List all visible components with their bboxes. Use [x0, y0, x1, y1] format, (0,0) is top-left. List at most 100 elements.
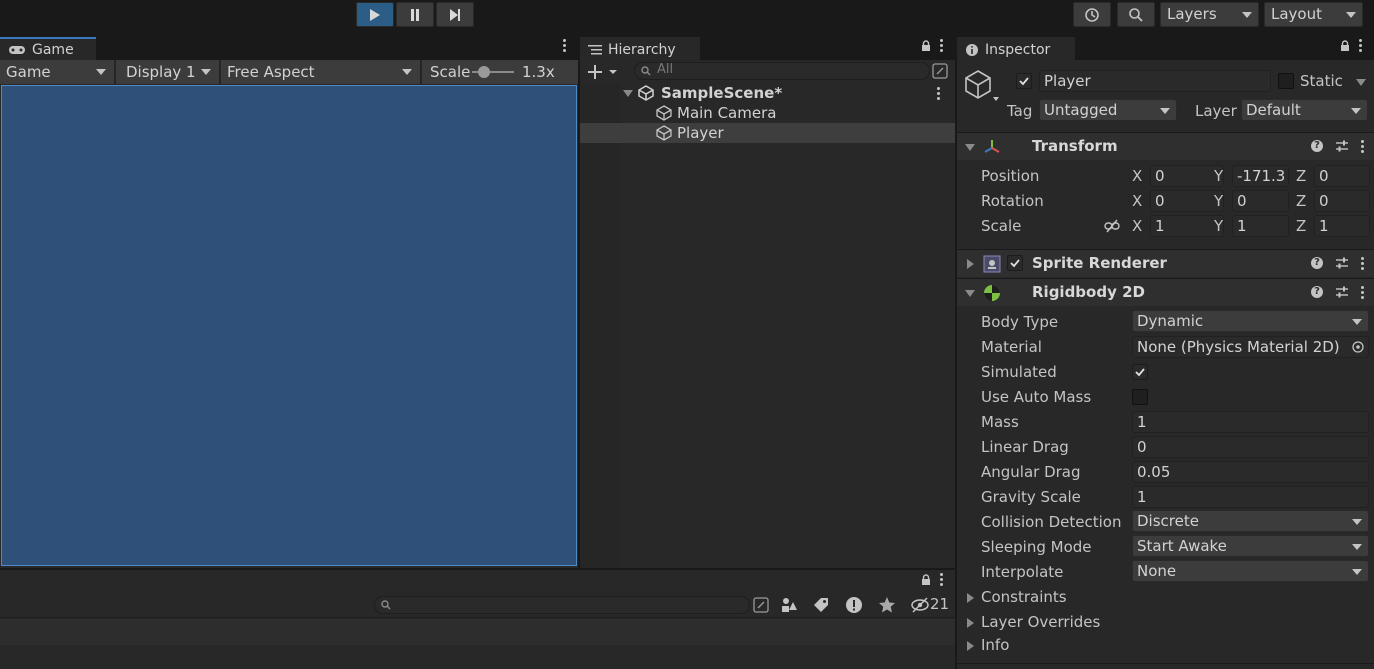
- mass-input[interactable]: 1: [1132, 411, 1369, 433]
- rigidbody-header[interactable]: Rigidbody 2D ?: [957, 278, 1374, 306]
- hidden-eye-icon[interactable]: [910, 597, 930, 613]
- static-checkbox[interactable]: [1278, 73, 1294, 89]
- more-options-icon[interactable]: [940, 573, 943, 586]
- more-options-icon[interactable]: [1361, 285, 1364, 299]
- tag-dropdown[interactable]: Untagged: [1039, 99, 1177, 121]
- collision-detection-dropdown[interactable]: Discrete: [1132, 510, 1369, 532]
- hierarchy-search-input[interactable]: All: [634, 62, 930, 80]
- gameobject-cube-icon[interactable]: [965, 69, 1001, 105]
- rotation-label: Rotation: [981, 192, 1044, 210]
- presets-icon[interactable]: [1335, 256, 1349, 270]
- static-dropdown-icon[interactable]: [1356, 79, 1366, 86]
- sleeping-mode-label: Sleeping Mode: [981, 538, 1092, 556]
- lock-icon[interactable]: [920, 39, 932, 52]
- step-icon: [448, 8, 462, 22]
- object-name-input[interactable]: Player: [1039, 70, 1271, 92]
- position-y-input[interactable]: -171.3: [1232, 165, 1289, 187]
- sleeping-mode-dropdown[interactable]: Start Awake: [1132, 535, 1369, 557]
- hierarchy-item-main-camera[interactable]: Main Camera: [580, 103, 955, 123]
- presets-icon[interactable]: [1335, 285, 1349, 299]
- hierarchy-item-player[interactable]: Player: [580, 123, 955, 143]
- scale-y-input[interactable]: 1: [1232, 215, 1289, 237]
- layer-dropdown[interactable]: Default: [1241, 99, 1368, 121]
- interpolate-dropdown[interactable]: None: [1132, 560, 1369, 582]
- star-icon[interactable]: [878, 596, 896, 614]
- constrain-proportions-icon[interactable]: [1104, 219, 1120, 233]
- lock-icon[interactable]: [920, 573, 932, 586]
- more-options-icon[interactable]: [563, 39, 566, 52]
- create-button[interactable]: [586, 63, 622, 81]
- active-checkbox[interactable]: [1016, 73, 1032, 89]
- collapse-arrow-icon[interactable]: [965, 144, 975, 151]
- more-options-icon[interactable]: [940, 39, 943, 52]
- rotation-x-input[interactable]: 0: [1150, 190, 1224, 212]
- help-icon[interactable]: ?: [1311, 286, 1323, 298]
- position-z-input[interactable]: 0: [1314, 165, 1370, 187]
- aspect-select[interactable]: Free Aspect: [221, 60, 421, 84]
- layer-overrides-foldout[interactable]: Layer Overrides: [957, 611, 1374, 635]
- angular-drag-input[interactable]: 0.05: [1132, 461, 1369, 483]
- gravity-scale-value: 1: [1137, 488, 1147, 506]
- sprite-renderer-header[interactable]: Sprite Renderer ?: [957, 249, 1374, 277]
- body-type-dropdown[interactable]: Dynamic: [1132, 310, 1369, 332]
- material-object-field[interactable]: None (Physics Material 2D): [1132, 336, 1369, 358]
- scene-row[interactable]: SampleScene*: [580, 83, 955, 103]
- pause-button[interactable]: [396, 2, 434, 27]
- layers-dropdown[interactable]: Layers: [1160, 2, 1259, 27]
- linear-drag-value: 0: [1137, 438, 1147, 456]
- more-options-icon[interactable]: [1359, 39, 1362, 52]
- rotation-y-input[interactable]: 0: [1232, 190, 1289, 212]
- chevron-down-icon: [402, 69, 412, 75]
- tab-hierarchy[interactable]: Hierarchy: [580, 37, 700, 60]
- gravity-scale-input[interactable]: 1: [1132, 486, 1369, 508]
- layer-value: Default: [1246, 101, 1301, 119]
- presets-icon[interactable]: [1335, 139, 1349, 153]
- transform-header[interactable]: Transform ?: [957, 132, 1374, 160]
- chevron-down-icon: [1346, 12, 1356, 18]
- position-x-input[interactable]: 0: [1150, 165, 1224, 187]
- use-auto-mass-checkbox[interactable]: [1132, 389, 1148, 405]
- collapse-arrow-icon[interactable]: [965, 290, 975, 297]
- console-search-input[interactable]: [374, 596, 750, 614]
- game-view-select[interactable]: Game: [0, 60, 115, 84]
- display-select[interactable]: Display 1: [116, 60, 220, 84]
- undo-history-button[interactable]: [1073, 2, 1111, 27]
- expand-arrow-icon[interactable]: [623, 90, 633, 97]
- search-button[interactable]: [1117, 2, 1155, 27]
- scale-value: 1.3x: [522, 63, 555, 81]
- scene-visibility-button[interactable]: [931, 62, 949, 80]
- game-viewport[interactable]: [1, 85, 577, 566]
- object-picker-icon[interactable]: [1352, 341, 1364, 353]
- expand-arrow-icon[interactable]: [967, 259, 974, 269]
- scene-name: SampleScene*: [661, 84, 783, 102]
- help-icon[interactable]: ?: [1311, 257, 1323, 269]
- lock-icon[interactable]: [1339, 39, 1351, 52]
- scale-x-input[interactable]: 1: [1150, 215, 1224, 237]
- tab-inspector[interactable]: Inspector: [957, 37, 1075, 60]
- simulated-checkbox[interactable]: [1132, 364, 1148, 380]
- console-row: [0, 619, 955, 645]
- more-options-icon[interactable]: [1361, 139, 1364, 153]
- rotation-z-value: 0: [1319, 192, 1329, 210]
- layers-label: Layers: [1167, 5, 1217, 23]
- game-panel-menu[interactable]: [563, 39, 566, 52]
- constraints-foldout[interactable]: Constraints: [957, 586, 1374, 610]
- expand-search-icon[interactable]: [752, 596, 770, 614]
- play-button[interactable]: [356, 2, 394, 27]
- warning-filter-icon[interactable]: [845, 596, 863, 614]
- info-foldout[interactable]: Info: [957, 634, 1374, 658]
- scale-z-input[interactable]: 1: [1314, 215, 1370, 237]
- body-type-value: Dynamic: [1137, 312, 1204, 330]
- more-options-icon[interactable]: [937, 87, 940, 100]
- linear-drag-input[interactable]: 0: [1132, 436, 1369, 458]
- shapes-filter-icon[interactable]: [780, 596, 798, 614]
- more-options-icon[interactable]: [1361, 256, 1364, 270]
- tag-filter-icon[interactable]: [812, 596, 830, 614]
- rotation-z-input[interactable]: 0: [1314, 190, 1370, 212]
- tab-game[interactable]: Game: [0, 37, 96, 60]
- help-icon[interactable]: ?: [1311, 140, 1323, 152]
- step-button[interactable]: [436, 2, 474, 27]
- layout-dropdown[interactable]: Layout: [1264, 2, 1363, 27]
- scale-slider-thumb[interactable]: [478, 66, 490, 78]
- sprite-renderer-enabled-checkbox[interactable]: [1007, 255, 1023, 271]
